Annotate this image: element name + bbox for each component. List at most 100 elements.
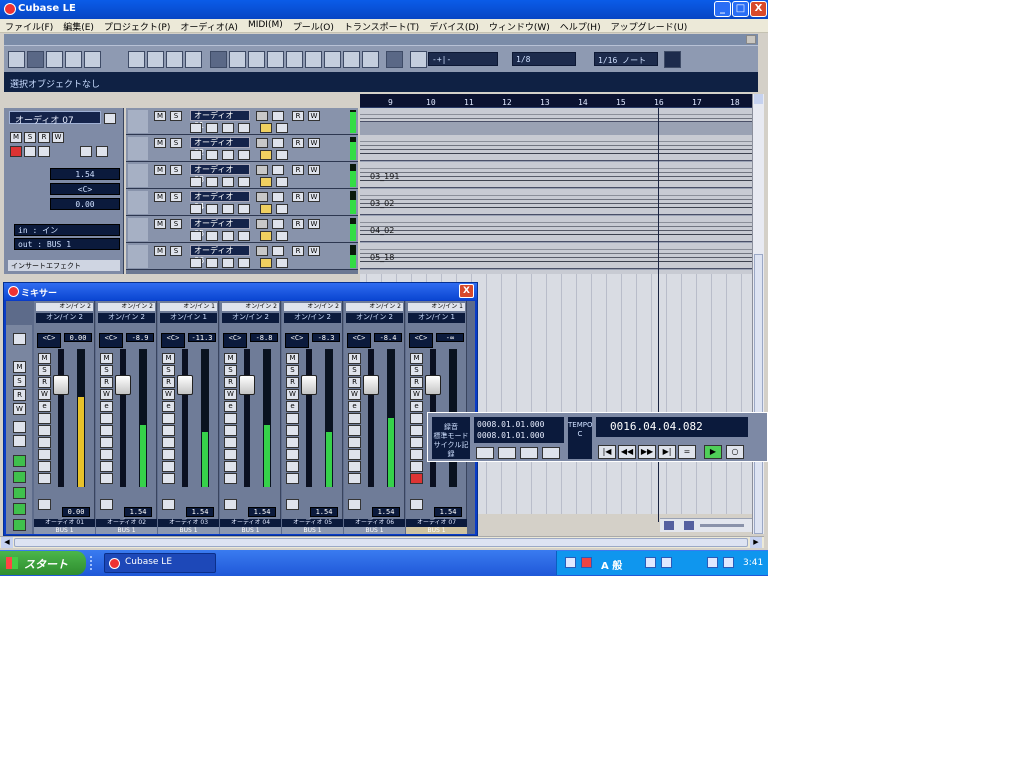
inspector-timebase-button[interactable]	[38, 146, 50, 157]
track-monitor-button[interactable]	[272, 219, 284, 229]
strip-solo-button[interactable]: S	[410, 365, 423, 376]
track-read-button[interactable]: R	[292, 219, 304, 229]
audio-event[interactable]: 04_02	[360, 216, 752, 242]
strip-volume-value[interactable]: 1.54	[372, 507, 400, 517]
mixer-icon[interactable]	[84, 51, 101, 68]
strip-pan-control[interactable]: <C>	[347, 333, 371, 348]
strip-lock-button[interactable]	[100, 461, 113, 472]
strip-send-button[interactable]	[100, 437, 113, 448]
menu-transport[interactable]: トランスポート(T)	[339, 19, 424, 33]
record-icon[interactable]	[185, 51, 202, 68]
track-record-button[interactable]	[256, 138, 268, 148]
strip-read-button[interactable]: R	[348, 377, 361, 388]
horizontal-scroll-thumb[interactable]	[14, 538, 748, 547]
strip-lock-button[interactable]	[38, 461, 51, 472]
strip-automation-icon[interactable]	[224, 499, 237, 510]
strip-insert-button[interactable]	[38, 413, 51, 424]
strip-send-button[interactable]	[38, 437, 51, 448]
minimize-button[interactable]: _	[714, 1, 731, 17]
track-lock-button[interactable]	[276, 231, 288, 241]
right-locator[interactable]: 0008.01.01.000	[477, 430, 561, 441]
strip-monitor-button[interactable]	[286, 449, 299, 460]
track-edit-button[interactable]	[190, 258, 202, 268]
strip-fader-track[interactable]	[120, 349, 126, 487]
grid-dropdown[interactable]: 1/8	[512, 52, 576, 66]
strip-edit-button[interactable]: e	[410, 401, 423, 412]
track-eq-button[interactable]	[222, 177, 234, 187]
strip-write-button[interactable]: W	[348, 389, 361, 400]
tempo-panel[interactable]: TEMPO C	[568, 417, 592, 459]
strip-automation-icon[interactable]	[348, 499, 361, 510]
strip-eq-button[interactable]	[100, 425, 113, 436]
strip-output-bus[interactable]: BUS 1	[220, 527, 281, 534]
strip-channel-name[interactable]: オーディオ 03	[158, 519, 219, 527]
strip-pan-control[interactable]: <C>	[223, 333, 247, 348]
strip-input-label[interactable]: オン/イン 1	[160, 313, 217, 323]
inspector-mute-button[interactable]: M	[10, 132, 22, 143]
strip-volume-value[interactable]: 1.54	[124, 507, 152, 517]
track-row[interactable]: MS オーディオ 04 RW	[126, 189, 358, 216]
autoquantize-icon[interactable]	[542, 447, 560, 459]
menu-devices[interactable]: デバイス(D)	[424, 19, 484, 33]
inspector-inserts-section[interactable]: インサートエフェクト	[8, 260, 120, 271]
inspector-volume-field[interactable]: 1.54	[50, 168, 120, 180]
scroll-right-icon[interactable]	[664, 521, 674, 530]
mixer-title-bar[interactable]: ミキサー X	[4, 283, 477, 300]
inspector-read-button[interactable]: R	[38, 132, 50, 143]
strip-solo-button[interactable]: S	[100, 365, 113, 376]
menu-project[interactable]: プロジェクト(P)	[99, 19, 175, 33]
strip-lock-button[interactable]	[348, 461, 361, 472]
track-timebase-button[interactable]	[260, 258, 272, 268]
strip-read-button[interactable]: R	[38, 377, 51, 388]
strip-fader-handle[interactable]	[115, 375, 131, 395]
strip-volume-value[interactable]: 1.54	[310, 507, 338, 517]
audio-event[interactable]: 03_191	[360, 162, 752, 188]
pool-icon[interactable]	[65, 51, 82, 68]
strip-write-button[interactable]: W	[286, 389, 299, 400]
network-icon[interactable]	[723, 557, 734, 568]
strip-fader-track[interactable]	[182, 349, 188, 487]
inspector-toggle-icon[interactable]	[8, 51, 25, 68]
track-row[interactable]: MS オーディオ 03 RW	[126, 162, 358, 189]
strip-edit-button[interactable]: e	[100, 401, 113, 412]
strip-send-button[interactable]	[348, 437, 361, 448]
strip-routing-selector[interactable]: オン/イン 2	[284, 303, 341, 311]
zoom-menu-icon[interactable]	[684, 521, 694, 530]
strip-read-button[interactable]: R	[410, 377, 423, 388]
scroll-left-arrow-icon[interactable]: ◀	[1, 537, 13, 548]
horizontal-scrollbar[interactable]: ◀ ▶	[0, 536, 764, 548]
track-record-button[interactable]	[256, 246, 268, 256]
range-tool-icon[interactable]	[229, 51, 246, 68]
strip-input-label[interactable]: オン/イン 2	[284, 313, 341, 323]
audio-event[interactable]	[360, 108, 752, 122]
track-solo-button[interactable]: S	[170, 165, 182, 175]
overview-icon[interactable]	[46, 51, 63, 68]
track-sends-button[interactable]	[238, 177, 250, 187]
volume-icon[interactable]	[707, 557, 718, 568]
play-tool-icon[interactable]	[362, 51, 379, 68]
track-write-button[interactable]: W	[308, 111, 320, 121]
strip-eq-button[interactable]	[286, 425, 299, 436]
track-mute-button[interactable]: M	[154, 138, 166, 148]
strip-fader-handle[interactable]	[301, 375, 317, 395]
strip-lock-button[interactable]	[162, 461, 175, 472]
track-monitor-button[interactable]	[272, 246, 284, 256]
strip-volume-value[interactable]: 1.54	[434, 507, 462, 517]
track-lock-button[interactable]	[276, 258, 288, 268]
strip-edit-button[interactable]: e	[286, 401, 299, 412]
go-to-start-icon[interactable]: |◀	[598, 445, 616, 459]
split-tool-icon[interactable]	[248, 51, 265, 68]
strip-routing-selector[interactable]: オン/イン 2	[346, 303, 403, 311]
strip-input-label[interactable]: オン/イン 2	[98, 313, 155, 323]
strip-record-button[interactable]	[286, 473, 299, 484]
zoom-slider[interactable]	[700, 524, 744, 527]
mixer-audio-filter-icon[interactable]	[13, 455, 26, 467]
track-edit-button[interactable]	[190, 204, 202, 214]
track-timebase-button[interactable]	[260, 123, 272, 133]
track-read-button[interactable]: R	[292, 138, 304, 148]
track-record-button[interactable]	[256, 192, 268, 202]
project-window-title[interactable]	[4, 34, 758, 45]
strip-fader-handle[interactable]	[177, 375, 193, 395]
track-solo-button[interactable]: S	[170, 111, 182, 121]
track-name[interactable]: オーディオ 05	[190, 218, 250, 238]
